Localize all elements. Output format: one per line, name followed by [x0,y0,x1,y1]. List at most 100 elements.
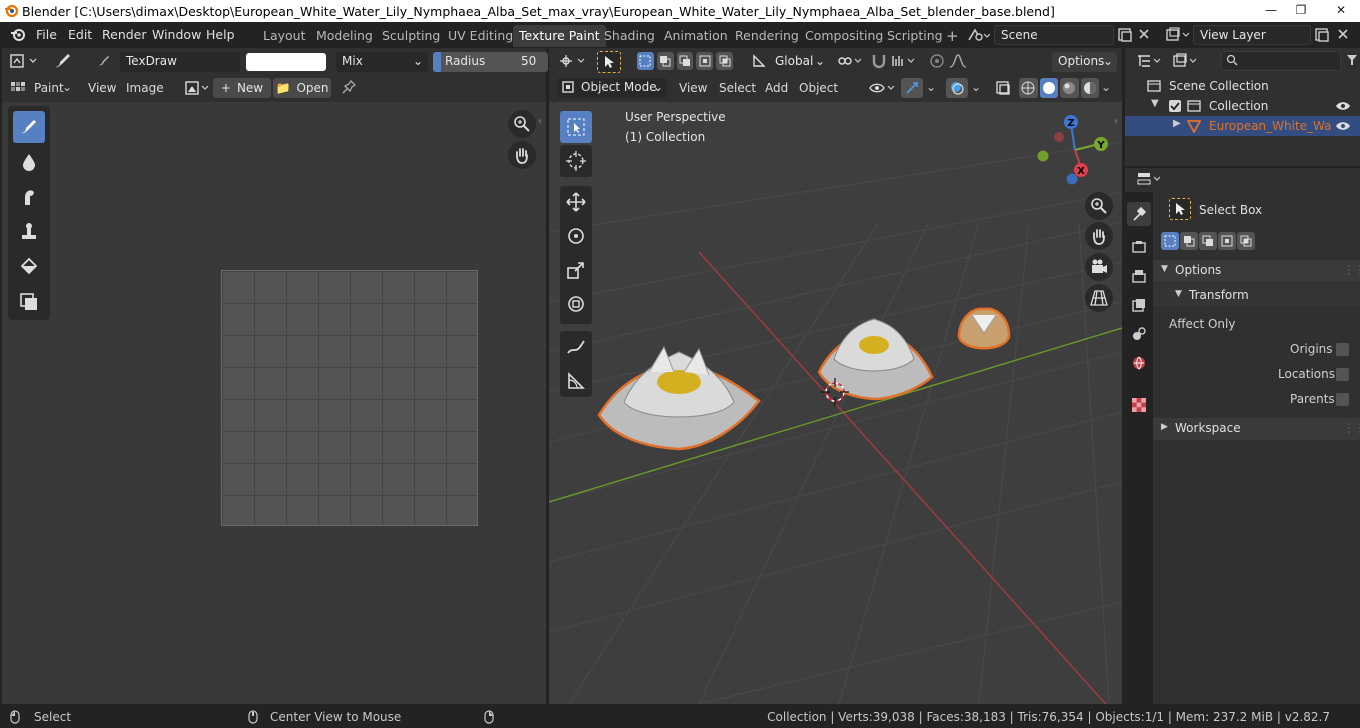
proportional-edit-icon[interactable] [929,53,945,69]
select-new-icon[interactable] [1161,232,1179,250]
output-tab-icon[interactable] [1127,265,1151,287]
editor-type-icon[interactable] [10,53,40,69]
object-mode-dropdown[interactable]: Object Mode ⌄ [557,78,667,98]
chevron-down-icon[interactable]: ⌄ [1101,80,1111,94]
outliner-search-input[interactable] [1221,51,1341,71]
menu-image[interactable]: Image [126,81,164,95]
overlays-toggle-icon[interactable] [946,78,968,98]
collection-checkbox[interactable] [1169,100,1181,112]
select-invert-icon[interactable] [696,52,714,70]
tab-texture-paint[interactable]: Texture Paint [513,25,606,47]
menu-select[interactable]: Select [719,81,756,95]
select-subtract-icon[interactable] [1199,232,1217,250]
zoom-icon[interactable] [508,110,536,138]
outliner-row-collection[interactable]: ▼ Collection [1125,96,1360,116]
sidebar-toggle-icon[interactable]: ‹ [538,116,542,127]
scale-tool[interactable] [560,254,592,286]
menu-view[interactable]: View [679,81,707,95]
tab-sculpting[interactable]: Sculpting [376,25,446,47]
paint-mode-dropdown[interactable]: Paint [34,81,64,95]
scene-selector-icon[interactable] [966,26,990,44]
3d-scene-canvas[interactable] [549,102,1122,704]
rendered-shading-icon[interactable] [1080,78,1099,98]
maximize-button[interactable]: ❐ [1286,0,1316,20]
solid-shading-icon[interactable] [1039,78,1058,98]
transform-orientation-dropdown[interactable]: Global ⌄ [769,52,827,72]
select-subtract-icon[interactable] [676,52,694,70]
view-layer-tab-icon[interactable] [1127,294,1151,316]
open-image-button[interactable]: 📁 Open [273,78,331,98]
add-workspace-button[interactable]: + [940,25,965,47]
transform-tool[interactable] [560,288,592,320]
brush-preview-icon[interactable] [97,55,111,67]
drag-handle-icon[interactable]: ⋮⋮ [1343,263,1360,277]
options-dropdown[interactable]: Options ⌄ [1052,52,1117,72]
visibility-icon[interactable] [869,80,897,96]
camera-view-icon[interactable] [1085,253,1113,281]
tab-scripting[interactable]: Scripting [881,25,949,47]
gizmo-toggle-icon[interactable] [901,78,923,98]
select-intersect-icon[interactable] [716,52,733,70]
zoom-icon[interactable] [1085,192,1113,220]
pan-hand-icon[interactable] [508,141,536,169]
locations-checkbox[interactable] [1336,368,1349,381]
eye-icon[interactable] [1335,99,1351,113]
delete-scene-icon[interactable] [1138,28,1150,40]
image-browse-icon[interactable] [185,80,213,96]
pivot-point-icon[interactable] [837,53,865,69]
select-intersect-icon[interactable] [1237,232,1255,250]
outliner-row-scene-collection[interactable]: Scene Collection [1125,76,1360,96]
measure-tool[interactable] [560,365,592,397]
draw-brush-tool[interactable] [13,111,45,143]
menu-add[interactable]: Add [765,81,788,95]
options-panel-header[interactable]: ▼ Options ⋮⋮ [1153,260,1360,282]
menu-window[interactable]: Window [152,27,201,42]
new-scene-icon[interactable] [1117,27,1133,43]
tab-rendering[interactable]: Rendering [729,25,805,47]
drag-handle-icon[interactable]: ⋮⋮ [1343,421,1360,435]
menu-help[interactable]: Help [206,27,235,42]
select-invert-icon[interactable] [1218,232,1236,250]
select-extend-icon[interactable] [656,52,674,70]
tab-animation[interactable]: Animation [658,25,734,47]
transform-subpanel-header[interactable]: ▼ Transform [1153,284,1360,306]
navigation-gizmo[interactable]: Z Y X [1035,112,1115,192]
tool-settings-tab-icon[interactable] [1127,202,1151,226]
snap-magnet-icon[interactable] [871,52,887,70]
parents-checkbox[interactable] [1336,393,1349,406]
properties-editor-type-icon[interactable] [1137,171,1165,187]
xray-toggle-icon[interactable] [995,80,1011,96]
soften-tool[interactable] [13,146,45,178]
pan-hand-icon[interactable] [1085,222,1113,250]
mask-tool[interactable] [13,286,45,318]
move-tool[interactable] [560,186,592,218]
menu-render[interactable]: Render [102,27,147,42]
viewport-editor-type-icon[interactable] [559,53,589,69]
sidebar-toggle-icon[interactable]: ‹ [1114,116,1118,127]
menu-edit[interactable]: Edit [68,27,92,42]
filter-icon[interactable] [1346,52,1358,68]
brush-color-swatch[interactable] [246,53,326,71]
tab-modeling[interactable]: Modeling [310,25,379,47]
scene-tab-icon[interactable] [1127,323,1151,345]
blend-mode-dropdown[interactable]: Mix ⌄ [336,52,428,72]
delete-view-layer-icon[interactable] [1337,28,1349,40]
falloff-icon[interactable] [949,53,977,69]
menu-view[interactable]: View [88,81,116,95]
expand-arrow-icon[interactable]: ▼ [1151,98,1159,109]
chevron-down-icon[interactable]: ⌄ [926,80,936,94]
outliner-row-object[interactable]: ▶ European_White_Water_L [1125,116,1360,136]
material-shading-icon[interactable] [1060,78,1079,98]
annotate-tool[interactable] [560,331,592,363]
clone-tool[interactable] [13,216,45,248]
outliner-editor-type-icon[interactable] [1137,53,1165,69]
view-layer-field[interactable]: View Layer [1193,25,1311,45]
tab-uv-editing[interactable]: UV Editing [442,25,519,47]
select-box-tool[interactable] [560,111,592,143]
close-button[interactable]: ✕ [1326,0,1356,20]
select-extend-icon[interactable] [1180,232,1198,250]
perspective-toggle-icon[interactable] [1085,284,1113,312]
blender-menu-icon[interactable] [10,27,26,43]
display-mode-icon[interactable] [1173,53,1201,69]
expand-arrow-icon[interactable]: ▶ [1173,118,1181,129]
